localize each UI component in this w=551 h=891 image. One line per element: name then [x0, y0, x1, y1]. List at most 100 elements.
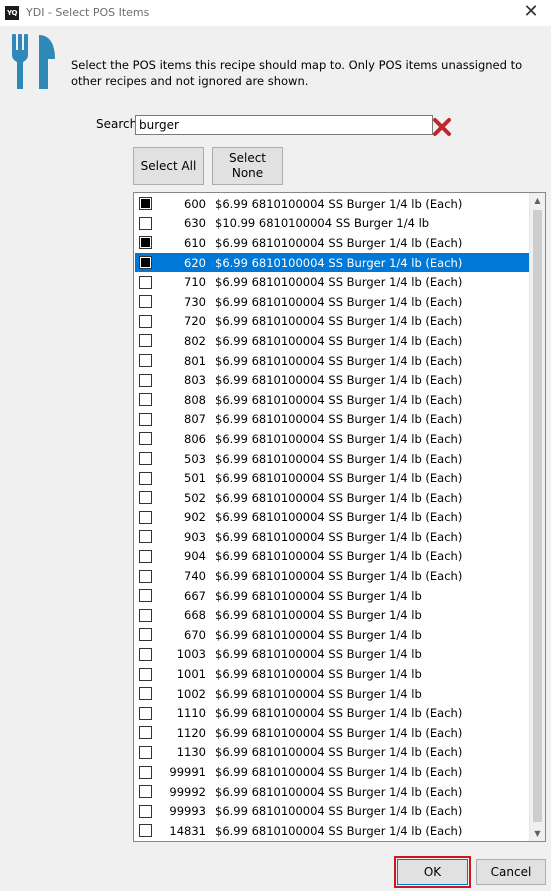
item-checkbox[interactable]	[139, 334, 152, 348]
item-checkbox[interactable]	[139, 785, 152, 799]
list-item[interactable]: 620 $6.99 6810100004 SS Burger 1/4 lb (Ea…	[135, 252, 530, 273]
item-checkbox[interactable]	[139, 628, 152, 642]
list-item[interactable]: 630 $10.99 6810100004 SS Burger 1/4 lb	[135, 214, 530, 234]
scroll-thumb[interactable]	[533, 210, 542, 822]
item-label: 620 $6.99 6810100004 SS Burger 1/4 lb (Ea…	[160, 256, 462, 270]
item-description: $6.99 6810100004 SS Burger 1/4 lb (Each)	[215, 235, 463, 250]
list-item[interactable]: 670 $6.99 6810100004 SS Burger 1/4 lb	[135, 625, 530, 645]
vertical-scrollbar[interactable]: ▲ ▼	[529, 193, 545, 841]
item-checkbox[interactable]	[139, 765, 152, 779]
list-item[interactable]: 668 $6.99 6810100004 SS Burger 1/4 lb	[135, 605, 530, 625]
list-item[interactable]: 806 $6.99 6810100004 SS Burger 1/4 lb (Ea…	[135, 429, 530, 449]
item-label: 1003 $6.99 6810100004 SS Burger 1/4 lb	[160, 647, 422, 661]
item-code: 710	[184, 275, 206, 290]
item-code: 1002	[176, 686, 206, 701]
item-checkbox[interactable]	[139, 667, 152, 681]
list-item[interactable]: 801 $6.99 6810100004 SS Burger 1/4 lb (Ea…	[135, 351, 530, 371]
item-checkbox[interactable]	[139, 687, 152, 701]
item-checkbox[interactable]	[139, 197, 152, 211]
item-checkbox[interactable]	[139, 373, 152, 387]
item-checkbox[interactable]	[139, 393, 152, 407]
item-checkbox[interactable]	[139, 314, 152, 328]
item-checkbox[interactable]	[139, 412, 152, 426]
item-description: $6.99 6810100004 SS Burger 1/4 lb (Each)	[215, 745, 463, 760]
list-item[interactable]: 902 $6.99 6810100004 SS Burger 1/4 lb (Ea…	[135, 508, 530, 528]
item-checkbox[interactable]	[139, 589, 152, 603]
item-description: $6.99 6810100004 SS Burger 1/4 lb	[215, 588, 422, 603]
item-description: $6.99 6810100004 SS Burger 1/4 lb (Each)	[215, 765, 463, 780]
list-item[interactable]: 667 $6.99 6810100004 SS Burger 1/4 lb	[135, 586, 530, 606]
list-item[interactable]: 802 $6.99 6810100004 SS Burger 1/4 lb (Ea…	[135, 331, 530, 351]
list-item[interactable]: 610 $6.99 6810100004 SS Burger 1/4 lb (Ea…	[135, 233, 530, 253]
item-checkbox[interactable]	[139, 530, 152, 544]
item-code: 904	[184, 549, 206, 564]
item-checkbox[interactable]	[139, 471, 152, 485]
item-description: $6.99 6810100004 SS Burger 1/4 lb (Each)	[215, 431, 463, 446]
list-item[interactable]: 710 $6.99 6810100004 SS Burger 1/4 lb (Ea…	[135, 272, 530, 292]
list-item[interactable]: 730 $6.99 6810100004 SS Burger 1/4 lb (Ea…	[135, 292, 530, 312]
item-description: $6.99 6810100004 SS Burger 1/4 lb (Each)	[215, 333, 463, 348]
item-label: 803 $6.99 6810100004 SS Burger 1/4 lb (Ea…	[160, 373, 462, 387]
item-label: 903 $6.99 6810100004 SS Burger 1/4 lb (Ea…	[160, 530, 462, 544]
item-label: 807 $6.99 6810100004 SS Burger 1/4 lb (Ea…	[160, 412, 462, 426]
clear-search-icon[interactable]	[432, 117, 452, 137]
item-checkbox[interactable]	[139, 745, 152, 759]
item-checkbox[interactable]	[139, 510, 152, 524]
item-checkbox[interactable]	[139, 608, 152, 622]
item-checkbox[interactable]	[139, 726, 152, 740]
item-checkbox[interactable]	[139, 569, 152, 583]
item-checkbox[interactable]	[139, 824, 152, 838]
list-item[interactable]: 1120 $6.99 6810100004 SS Burger 1/4 lb (E…	[135, 723, 530, 743]
close-icon[interactable]: ✕	[521, 2, 541, 22]
list-item[interactable]: 903 $6.99 6810100004 SS Burger 1/4 lb (Ea…	[135, 527, 530, 547]
list-item[interactable]: 807 $6.99 6810100004 SS Burger 1/4 lb (Ea…	[135, 410, 530, 430]
list-item[interactable]: 803 $6.99 6810100004 SS Burger 1/4 lb (Ea…	[135, 370, 530, 390]
item-checkbox[interactable]	[139, 491, 152, 505]
list-item[interactable]: 1130 $6.99 6810100004 SS Burger 1/4 lb (E…	[135, 743, 530, 763]
list-item[interactable]: 904 $6.99 6810100004 SS Burger 1/4 lb (Ea…	[135, 547, 530, 567]
cancel-button[interactable]: Cancel	[476, 859, 546, 885]
item-code: 807	[184, 412, 206, 427]
item-description: $6.99 6810100004 SS Burger 1/4 lb	[215, 686, 422, 701]
item-checkbox[interactable]	[139, 295, 152, 309]
item-label: 801 $6.99 6810100004 SS Burger 1/4 lb (Ea…	[160, 354, 462, 368]
item-checkbox[interactable]	[139, 647, 152, 661]
list-item[interactable]: 503 $6.99 6810100004 SS Burger 1/4 lb (Ea…	[135, 449, 530, 469]
select-all-button[interactable]: Select All	[133, 147, 204, 185]
scroll-down-arrow-icon[interactable]: ▼	[530, 826, 545, 841]
item-checkbox[interactable]	[139, 706, 152, 720]
list-item[interactable]: 808 $6.99 6810100004 SS Burger 1/4 lb (Ea…	[135, 390, 530, 410]
list-item[interactable]: 600 $6.99 6810100004 SS Burger 1/4 lb (Ea…	[135, 194, 530, 214]
item-checkbox[interactable]	[139, 432, 152, 446]
title-bar: YQ YDI - Select POS Items ✕	[0, 0, 551, 26]
list-item[interactable]: 14831 $6.99 6810100004 SS Burger 1/4 lb (…	[135, 821, 530, 841]
list-item[interactable]: 1003 $6.99 6810100004 SS Burger 1/4 lb	[135, 645, 530, 665]
list-item[interactable]: 99991 $6.99 6810100004 SS Burger 1/4 lb (…	[135, 762, 530, 782]
item-checkbox[interactable]	[139, 804, 152, 818]
item-checkbox[interactable]	[139, 549, 152, 563]
item-checkbox[interactable]	[139, 256, 152, 270]
item-checkbox[interactable]	[139, 236, 152, 250]
list-item[interactable]: 720 $6.99 6810100004 SS Burger 1/4 lb (Ea…	[135, 312, 530, 332]
list-item[interactable]: 1110 $6.99 6810100004 SS Burger 1/4 lb (E…	[135, 703, 530, 723]
item-checkbox[interactable]	[139, 452, 152, 466]
pos-items-list[interactable]: 600 $6.99 6810100004 SS Burger 1/4 lb (Ea…	[133, 192, 546, 842]
list-item[interactable]: 1002 $6.99 6810100004 SS Burger 1/4 lb	[135, 684, 530, 704]
search-input[interactable]	[135, 115, 433, 135]
list-item[interactable]: 1001 $6.99 6810100004 SS Burger 1/4 lb	[135, 664, 530, 684]
item-label: 808 $6.99 6810100004 SS Burger 1/4 lb (Ea…	[160, 393, 462, 407]
item-checkbox[interactable]	[139, 216, 152, 230]
item-code: 600	[184, 196, 206, 211]
list-item[interactable]: 501 $6.99 6810100004 SS Burger 1/4 lb (Ea…	[135, 468, 530, 488]
scroll-up-arrow-icon[interactable]: ▲	[530, 193, 545, 208]
list-item[interactable]: 99992 $6.99 6810100004 SS Burger 1/4 lb (…	[135, 782, 530, 802]
list-item[interactable]: 99993 $6.99 6810100004 SS Burger 1/4 lb (…	[135, 801, 530, 821]
item-code: 1003	[176, 647, 206, 662]
list-item[interactable]: 502 $6.99 6810100004 SS Burger 1/4 lb (Ea…	[135, 488, 530, 508]
item-checkbox[interactable]	[139, 275, 152, 289]
item-code: 99992	[169, 784, 206, 799]
item-checkbox[interactable]	[139, 354, 152, 368]
list-item[interactable]: 740 $6.99 6810100004 SS Burger 1/4 lb (Ea…	[135, 566, 530, 586]
ok-button[interactable]: OK	[394, 856, 471, 888]
select-none-button[interactable]: Select None	[212, 147, 283, 185]
